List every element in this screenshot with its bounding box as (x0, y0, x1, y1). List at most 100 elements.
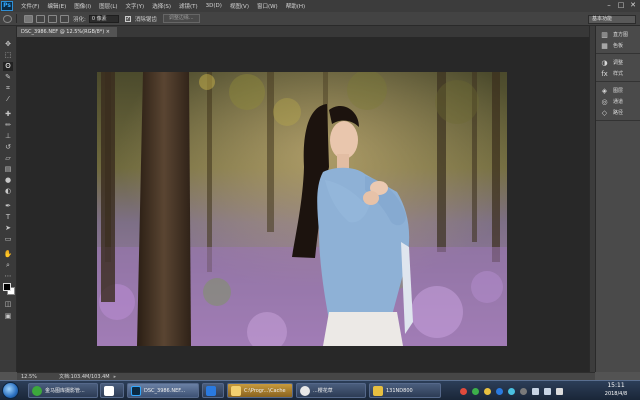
shape-tool-icon[interactable]: ▭ (3, 235, 13, 244)
taskbar-item-viewer[interactable] (100, 383, 124, 398)
tray-app-icon[interactable] (508, 387, 515, 395)
taskbar-item-folder-cache[interactable]: C:\Progr...\Cache (227, 383, 293, 398)
intersect-selection-icon[interactable] (60, 14, 69, 23)
panel-swatches[interactable]: ▦ 色板 (596, 40, 640, 51)
close-button[interactable]: ✕ (628, 1, 638, 10)
screen-mode-icon[interactable]: ▣ (3, 312, 13, 321)
menu-image[interactable]: 图像(I) (74, 2, 91, 10)
channels-icon: ◎ (601, 97, 608, 106)
antialias-checkbox[interactable]: ✓ (124, 15, 131, 22)
lasso-preset-icon[interactable] (3, 14, 12, 23)
tray-app-icon[interactable] (496, 387, 503, 395)
status-menu-arrow-icon[interactable]: ▸ (114, 374, 117, 380)
chat-app-icon (300, 385, 310, 396)
eyedropper-tool-icon[interactable]: ⁄ (3, 95, 13, 104)
document-tab[interactable]: DSC_3986.NEF @ 12.5%(RGB/8*) × (17, 27, 117, 37)
taskbar-item-app[interactable] (202, 383, 224, 398)
menu-file[interactable]: 文件(F) (21, 2, 39, 10)
taskbar-clock[interactable]: 15:11 2018/4/8 (598, 382, 634, 398)
brush-tool-icon[interactable]: ✏ (3, 121, 13, 130)
panel-label-styles: 样式 (613, 71, 624, 77)
subtract-selection-icon[interactable] (48, 14, 57, 23)
crop-tool-icon[interactable]: ⌗ (3, 84, 13, 93)
feather-input[interactable]: 0 像素 (88, 14, 119, 23)
panel-histogram[interactable]: ▥ 直方图 (596, 29, 640, 40)
taskbar-item-gallery[interactable]: 金马图库摄影管... (28, 383, 98, 398)
viewer-app-icon (104, 385, 114, 396)
flag-icon[interactable] (556, 387, 563, 395)
move-tool-icon[interactable]: ✥ (3, 40, 13, 49)
folder-icon (373, 385, 383, 396)
refine-edge-button[interactable]: 调整边缘... (162, 14, 200, 23)
workspace-select[interactable]: 基本功能 (588, 15, 636, 24)
panel-styles[interactable]: fx 样式 (596, 68, 640, 79)
path-select-tool-icon[interactable]: ➤ (3, 224, 13, 233)
start-button[interactable] (2, 382, 19, 399)
quick-select-tool-icon[interactable]: ✎ (3, 73, 13, 82)
panel-label-channels: 通道 (613, 99, 624, 105)
menu-view[interactable]: 视图(V) (230, 2, 249, 10)
tray-app-icon[interactable] (460, 387, 467, 395)
eraser-tool-icon[interactable]: ▱ (3, 154, 13, 163)
menu-window[interactable]: 窗口(W) (257, 2, 278, 10)
blur-tool-icon[interactable]: ● (3, 176, 13, 185)
windows-taskbar: 金马图库摄影管... DSC_3986.NEF... C:\Progr...\C… (0, 380, 640, 400)
taskbar-item-chat[interactable]: ...樱花草 (296, 383, 366, 398)
healing-brush-tool-icon[interactable]: ✚ (3, 110, 13, 119)
photo-canvas[interactable] (97, 72, 507, 346)
histogram-icon: ▥ (601, 30, 608, 39)
volume-icon[interactable] (544, 387, 551, 395)
taskbar-label: 金马图库摄影管... (45, 388, 85, 394)
minimize-button[interactable]: – (604, 1, 614, 10)
taskbar-item-folder-d800[interactable]: 131ND800 (369, 383, 441, 398)
menu-filter[interactable]: 滤镜(T) (179, 2, 198, 10)
menu-type[interactable]: 文字(Y) (126, 2, 145, 10)
type-tool-icon[interactable]: T (3, 213, 13, 222)
dodge-tool-icon[interactable]: ◐ (3, 187, 13, 196)
gradient-tool-icon[interactable]: ▤ (3, 165, 13, 174)
taskbar-item-photoshop[interactable]: DSC_3986.NEF... (127, 383, 199, 398)
status-bar: 12.5% 文档:103.4M/103.4M ▸ (17, 372, 595, 380)
edit-toolbar-icon[interactable]: ⋯ (3, 272, 13, 281)
foreground-color-swatch[interactable] (3, 283, 11, 291)
tray-app-icon[interactable] (484, 387, 491, 395)
menu-help[interactable]: 帮助(H) (286, 2, 305, 10)
hand-tool-icon[interactable]: ✋ (3, 250, 13, 259)
quick-mask-icon[interactable]: ◫ (3, 300, 13, 309)
network-icon[interactable] (532, 387, 539, 395)
history-brush-tool-icon[interactable]: ↺ (3, 143, 13, 152)
paths-icon: ◇ (601, 108, 608, 117)
photoshop-app-icon (131, 385, 141, 396)
panel-group-histogram: ▥ 直方图 ▦ 色板 (596, 26, 640, 54)
clock-date: 2018/4/8 (604, 391, 628, 397)
zoom-tool-icon[interactable]: ⌕ (3, 261, 13, 270)
photoshop-logo: Ps (1, 1, 13, 11)
menu-select[interactable]: 选择(S) (152, 2, 171, 10)
lasso-tool-icon[interactable]: ʘ (3, 62, 13, 71)
panel-group-adjustments: ◑ 调整 fx 样式 (596, 54, 640, 82)
swatches-icon: ▦ (601, 41, 608, 50)
tray-app-icon[interactable] (472, 387, 479, 395)
canvas-area[interactable] (17, 37, 589, 372)
pen-tool-icon[interactable]: ✒ (3, 202, 13, 211)
menu-layer[interactable]: 图层(L) (99, 2, 117, 10)
document-size-info: 文档:103.4M/103.4M (59, 374, 110, 380)
clone-stamp-tool-icon[interactable]: ⊥ (3, 132, 13, 141)
panel-paths[interactable]: ◇ 路径 (596, 107, 640, 118)
clock-time: 15:11 (607, 382, 625, 389)
add-selection-icon[interactable] (36, 14, 45, 23)
zoom-level-field[interactable]: 12.5% (21, 374, 39, 380)
menu-edit[interactable]: 编辑(E) (47, 2, 66, 10)
tray-app-icon[interactable] (520, 387, 527, 395)
panel-dock: ▥ 直方图 ▦ 色板 ◑ 调整 fx 样式 ◈ 图层 ◎ 通道 ◇ 路径 (595, 26, 640, 372)
new-selection-icon[interactable] (24, 14, 33, 23)
maximize-button[interactable]: □ (616, 1, 626, 10)
panel-channels[interactable]: ◎ 通道 (596, 96, 640, 107)
system-tray (455, 385, 595, 397)
menu-3d[interactable]: 3D(D) (206, 3, 222, 9)
divider (16, 14, 17, 23)
marquee-tool-icon[interactable]: ⬚ (3, 51, 13, 60)
panel-layers[interactable]: ◈ 图层 (596, 85, 640, 96)
panel-adjustments[interactable]: ◑ 调整 (596, 57, 640, 68)
folder-icon (231, 385, 241, 396)
